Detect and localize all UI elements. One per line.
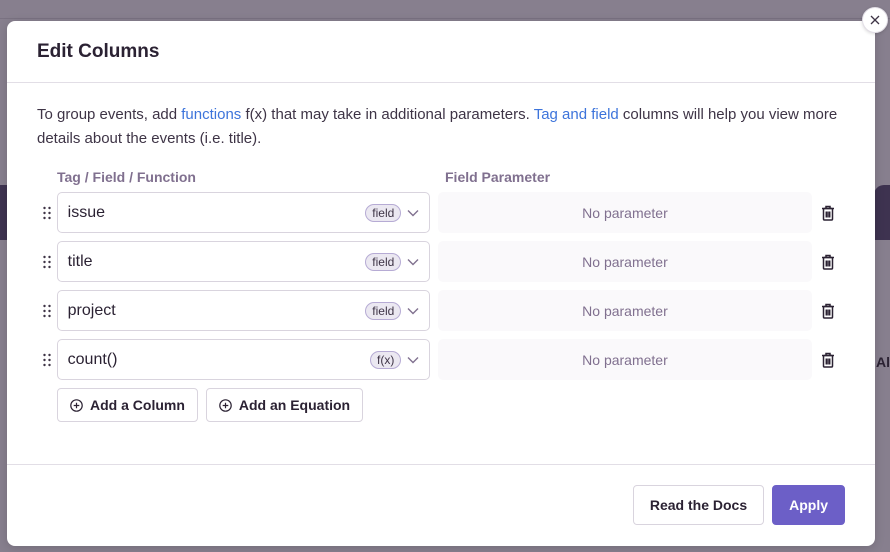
apply-button[interactable]: Apply [772,485,845,525]
column-select-value: count() [67,350,118,368]
modal-header: Edit Columns [7,21,875,83]
column-rows: issue field No parameter title field No … [37,192,845,380]
chevron-down-icon [407,204,419,222]
chevron-down-icon [407,253,419,271]
drag-handle-icon[interactable] [37,255,57,269]
field-parameter: No parameter [438,339,812,380]
intro-text: To group events, add functions f(x) that… [37,103,845,151]
intro-part: To group events, add [37,106,182,123]
column-select-value: project [67,301,116,319]
tag-and-field-link[interactable]: Tag and field [534,106,619,123]
column-select[interactable]: project field [56,290,431,331]
chevron-down-icon [407,302,419,320]
column-row: title field No parameter [37,241,845,282]
add-buttons: Add a Column Add an Equation [57,388,845,422]
intro-part: f(x) that may take in additional paramet… [241,106,534,123]
plus-circle-icon [70,398,83,412]
type-badge: field [365,301,402,320]
drag-handle-icon[interactable] [37,206,57,220]
add-column-button[interactable]: Add a Column [57,388,198,422]
bg-panel [874,185,890,240]
column-select[interactable]: title field [56,241,431,282]
column-select-value: title [67,252,93,270]
type-badge: field [365,252,402,271]
bg-text: All [876,354,890,370]
modal-title: Edit Columns [37,41,160,62]
column-row: count() f(x) No parameter [37,339,845,380]
add-equation-label: Add an Equation [238,397,351,413]
column-select[interactable]: count() f(x) [56,339,431,380]
column-row: project field No parameter [37,290,845,331]
column-row: issue field No parameter [37,192,845,233]
trash-icon[interactable] [812,303,845,319]
close-button[interactable] [862,7,888,33]
close-icon [870,15,880,25]
edit-columns-modal: Edit Columns To group events, add functi… [7,21,875,546]
drag-handle-icon[interactable] [37,353,57,367]
add-equation-button[interactable]: Add an Equation [205,388,364,422]
bg-divider [0,18,890,19]
type-badge: f(x) [369,350,402,369]
add-column-label: Add a Column [90,397,185,413]
trash-icon[interactable] [812,254,845,270]
column-headers: Tag / Field / Function Field Parameter [37,169,845,185]
functions-link[interactable]: functions [181,106,241,123]
read-docs-button[interactable]: Read the Docs [632,485,765,525]
plus-circle-icon [219,398,232,412]
chevron-down-icon [407,351,419,369]
column-select[interactable]: issue field [56,192,431,233]
column-header-parameter: Field Parameter [445,169,551,185]
type-badge: field [365,203,402,222]
trash-icon[interactable] [812,205,845,221]
field-parameter: No parameter [438,241,812,282]
drag-handle-icon[interactable] [37,304,57,318]
modal-footer: Read the Docs Apply [7,465,875,525]
column-select-value: issue [67,203,105,221]
trash-icon[interactable] [812,352,845,368]
field-parameter: No parameter [438,192,812,233]
modal-body: To group events, add functions f(x) that… [7,83,875,465]
column-header-function: Tag / Field / Function [57,169,196,185]
field-parameter: No parameter [438,290,812,331]
